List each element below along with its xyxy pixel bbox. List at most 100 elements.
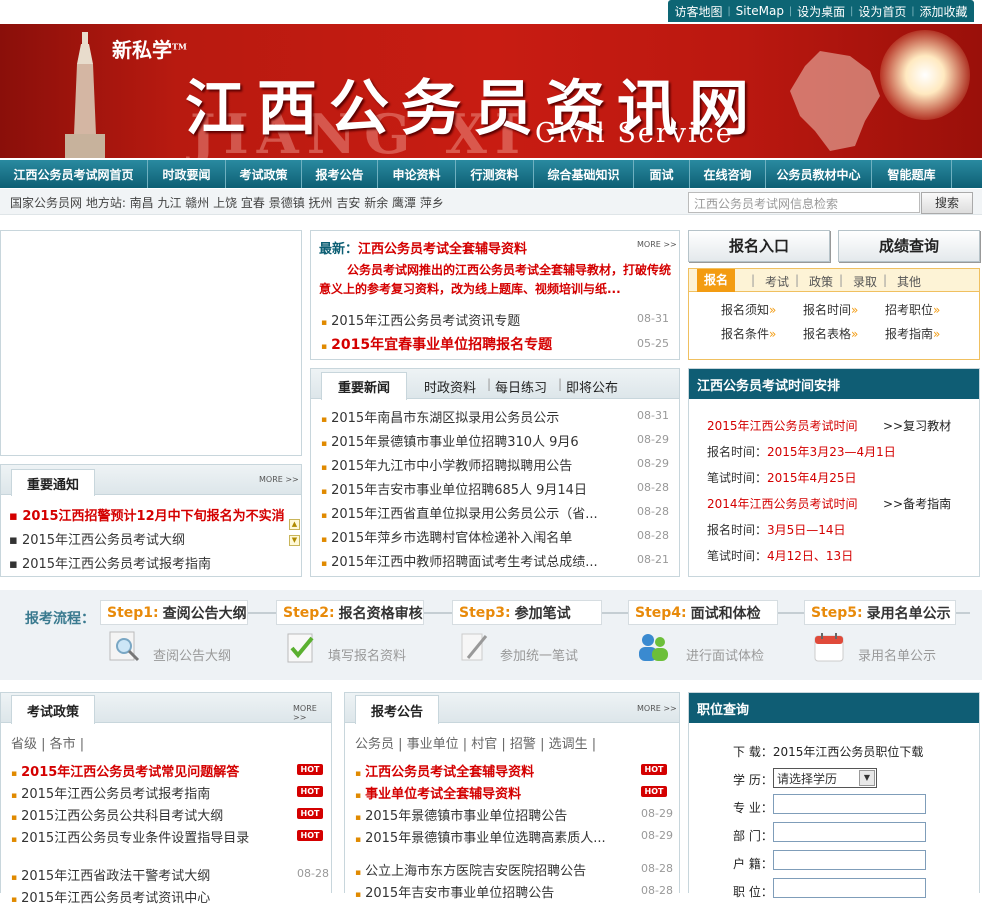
- list-item[interactable]: ▪ 2015年景德镇市事业单位选聘高素质人... 08-29: [355, 827, 675, 846]
- edu-select[interactable]: 请选择学历 ▼: [773, 768, 877, 788]
- set-desktop-link[interactable]: 设为桌面: [797, 3, 845, 20]
- notice-title[interactable]: 重要通知: [11, 469, 95, 496]
- divider: |: [788, 5, 793, 17]
- nav-essay[interactable]: 申论资料: [378, 160, 456, 188]
- search-input[interactable]: 江西公务员考试网信息检索: [688, 192, 920, 213]
- city-links[interactable]: 国家公务员网 地方站: 南昌 九江 赣州 上饶 宜春 景德镇 抚州 吉安 新余 …: [10, 194, 444, 211]
- review-materials-link[interactable]: >>复习教材: [883, 417, 951, 434]
- signup-entry-button[interactable]: 报名入口: [688, 230, 830, 262]
- announce-filters[interactable]: 公务员 | 事业单位 | 村官 | 招警 | 选调生 |: [355, 733, 596, 752]
- link-reg-conditions[interactable]: 报名条件»: [721, 325, 776, 342]
- list-item[interactable]: ▪ 2015年景德镇市事业单位招聘公告 08-29: [355, 805, 675, 824]
- list-item[interactable]: ▪ 公立上海市东方医院吉安医院招聘公告 08-28: [355, 860, 675, 879]
- major-input[interactable]: [773, 794, 926, 814]
- schedule-2014-title[interactable]: 2014年江西公务员考试时间: [707, 495, 858, 512]
- tab-upcoming[interactable]: 即将公布: [566, 377, 618, 396]
- tab-signup[interactable]: 报名: [697, 269, 735, 292]
- list-item[interactable]: ▪ 2015年九江市中小学教师招聘拟聘用公告 08-29: [321, 455, 671, 474]
- policy-title[interactable]: 考试政策: [11, 695, 95, 724]
- score-query-button[interactable]: 成绩查询: [838, 230, 980, 262]
- list-item[interactable]: ▪ 2015年江西省直单位拟录用公务员公示（省... 08-28: [321, 503, 671, 522]
- link-reg-forms[interactable]: 报名表格»: [803, 325, 858, 342]
- latest-description[interactable]: 公务员考试网推出的江西公务员考试全套辅导教材，打破传统意义上的参考复习资料，改为…: [319, 261, 673, 299]
- list-item[interactable]: ▪ 2015江西公务员专业条件设置指导目录 HOT: [11, 827, 327, 846]
- list-item[interactable]: ▪ 2015江西招警预计12月中下旬报名为不实消: [9, 505, 285, 524]
- nav-announcements[interactable]: 报考公告: [302, 160, 378, 188]
- link-positions[interactable]: 招考职位»: [885, 301, 940, 318]
- search-button[interactable]: 搜索: [921, 192, 973, 214]
- list-item[interactable]: ▪ 2015年景德镇市事业单位招聘310人 9月6 08-29: [321, 431, 671, 450]
- nav-politics[interactable]: 时政要闻: [148, 160, 226, 188]
- bullet-icon: ▪: [321, 463, 328, 473]
- nav-question-bank[interactable]: 智能题库: [872, 160, 952, 188]
- nav-aptitude[interactable]: 行测资料: [456, 160, 534, 188]
- process-step-4-desc: 进行面试体检: [686, 649, 765, 664]
- list-item[interactable]: ▪ 2015年吉安市事业单位招聘685人 9月14日 08-28: [321, 479, 671, 498]
- list-item[interactable]: ▪ 2015年南昌市东湖区拟录用公务员公示 08-31: [321, 407, 671, 426]
- divider: |: [558, 377, 563, 391]
- nav-textbooks[interactable]: 公务员教材中心: [766, 160, 872, 188]
- list-item[interactable]: ▪ 2015年江西公务员考试常见问题解答 HOT: [11, 761, 327, 780]
- bullet-icon: ▪: [11, 873, 18, 883]
- latest-more-link[interactable]: MORE >>: [637, 240, 677, 249]
- tab-other[interactable]: 其他: [897, 273, 921, 290]
- download-row[interactable]: 下 载：2015年江西公务员职位下载: [733, 743, 923, 760]
- list-item[interactable]: ▪ 2015年江西公务员考试资讯专题 08-31: [321, 310, 671, 329]
- nav-consult[interactable]: 在线咨询: [690, 160, 766, 188]
- tab-important-news[interactable]: 重要新闻: [321, 372, 407, 400]
- nav-interview[interactable]: 面试: [634, 160, 690, 188]
- list-item[interactable]: ▪ 2015年江西公务员考试报考指南 HOT: [11, 783, 327, 802]
- divider: |: [839, 273, 844, 287]
- sitemap-link[interactable]: SiteMap: [736, 4, 784, 18]
- list-item[interactable]: ▪ 江西公务员考试全套辅导资料 HOT: [355, 761, 675, 780]
- link-guide[interactable]: 报考指南»: [885, 325, 940, 342]
- latest-headline[interactable]: 最新：江西公务员考试全套辅导资料: [319, 238, 527, 257]
- list-item[interactable]: ▪ 2015年江西公务员考试报考指南: [9, 553, 211, 572]
- schedule-panel: 江西公务员考试时间安排 2015年江西公务员考试时间 >>复习教材 报名时间：2…: [688, 368, 980, 577]
- dept-input[interactable]: [773, 822, 926, 842]
- visitor-map-link[interactable]: 访客地图: [674, 3, 722, 20]
- tab-admission[interactable]: 录取: [853, 273, 877, 290]
- prep-guide-link[interactable]: >>备考指南: [883, 495, 951, 512]
- list-item[interactable]: ▪ 事业单位考试全套辅导资料 HOT: [355, 783, 675, 802]
- set-homepage-link[interactable]: 设为首页: [858, 3, 906, 20]
- scroll-down-icon[interactable]: ▼: [289, 535, 300, 546]
- announce-more-link[interactable]: MORE >>: [637, 704, 677, 713]
- notice-panel: 重要通知 MORE >> ▪ 2015江西招警预计12月中下旬报名为不实消 ▪ …: [0, 464, 302, 577]
- hukou-input[interactable]: [773, 850, 926, 870]
- registration-panel: 报名 | 考试 | 政策 | 录取 | 其他 报名须知» 报名时间» 招考职位»…: [688, 268, 980, 360]
- list-item[interactable]: ▪ 2015年江西公务员考试资讯中心: [11, 887, 327, 906]
- link-reg-notice[interactable]: 报名须知»: [721, 301, 776, 318]
- list-item[interactable]: ▪ 2015年宜春事业单位招聘报名专题 05-25: [321, 334, 671, 354]
- bullet-icon: ▪: [11, 835, 18, 845]
- bullet-icon: ▪: [355, 791, 362, 801]
- tab-daily-practice[interactable]: 每日练习: [495, 377, 547, 396]
- slideshow-area[interactable]: [0, 230, 302, 456]
- nav-exam-policy[interactable]: 考试政策: [226, 160, 302, 188]
- link-reg-time[interactable]: 报名时间»: [803, 301, 858, 318]
- bullet-icon: ▪: [11, 813, 18, 823]
- hot-badge: HOT: [641, 764, 667, 775]
- schedule-2015-title[interactable]: 2015年江西公务员考试时间: [707, 417, 858, 434]
- list-item[interactable]: ▪ 2015年江西中教师招聘面试考生考试总成绩... 08-21: [321, 551, 671, 570]
- nav-home[interactable]: 江西公务员考试网首页: [0, 160, 148, 188]
- list-item[interactable]: ▪ 2015年江西省政法干警考试大纲 08-28: [11, 865, 329, 884]
- announce-title[interactable]: 报考公告: [355, 695, 439, 724]
- scroll-up-icon[interactable]: ▲: [289, 519, 300, 530]
- bullet-icon: ▪: [355, 769, 362, 779]
- bullet-icon: ▪: [321, 415, 328, 425]
- position-input[interactable]: [773, 878, 926, 898]
- notice-more-link[interactable]: MORE >>: [259, 475, 299, 484]
- list-item[interactable]: ▪ 2015江西公务员公共科目考试大纲 HOT: [11, 805, 327, 824]
- policy-filters[interactable]: 省级 | 各市 |: [11, 733, 84, 752]
- nav-basic-knowledge[interactable]: 综合基础知识: [534, 160, 634, 188]
- tab-exam[interactable]: 考试: [765, 273, 789, 290]
- add-favorite-link[interactable]: 添加收藏: [919, 3, 967, 20]
- tab-politics-data[interactable]: 时政资料: [424, 377, 476, 396]
- list-item[interactable]: ▪ 2015年萍乡市选聘村官体检递补入闱名单 08-28: [321, 527, 671, 546]
- list-item[interactable]: ▪ 2015年吉安市事业单位招聘公告 08-28: [355, 882, 675, 901]
- tab-policy[interactable]: 政策: [809, 273, 833, 290]
- checklist-icon: [287, 633, 314, 663]
- policy-more-link[interactable]: MORE >>: [293, 704, 331, 722]
- list-item[interactable]: ▪ 2015年江西公务员考试大纲: [9, 529, 185, 548]
